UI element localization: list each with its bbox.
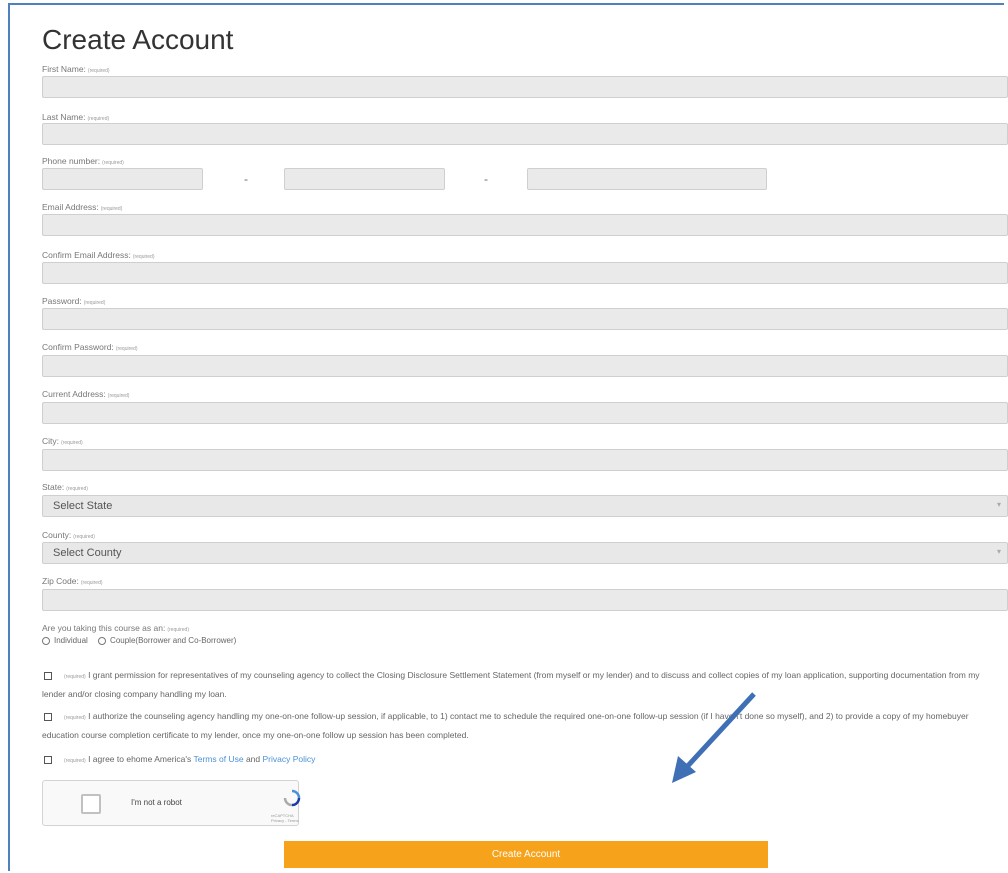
- phone-separator: -: [244, 172, 248, 186]
- phone-line-input[interactable]: [527, 168, 767, 190]
- create-account-button[interactable]: Create Account: [284, 841, 768, 868]
- county-select[interactable]: Select County ▾: [42, 542, 1008, 564]
- email-label: Email Address: (required): [42, 202, 123, 212]
- confirm-password-input[interactable]: [42, 355, 1008, 377]
- confirm-password-label: Confirm Password: (required): [42, 342, 138, 352]
- arrow-icon: [672, 692, 756, 783]
- recaptcha-widget: I'm not a robot reCAPTCHA Privacy - Term…: [42, 780, 301, 826]
- terms-of-use-link[interactable]: Terms of Use: [194, 754, 244, 764]
- consent-1-text: (required) I grant permission for repres…: [42, 670, 980, 699]
- last-name-input[interactable]: [42, 123, 1008, 145]
- first-name-input[interactable]: [42, 76, 1008, 98]
- confirm-email-label: Confirm Email Address: (required): [42, 250, 155, 260]
- page-title: Create Account: [42, 24, 234, 55]
- state-label: State: (required): [42, 482, 88, 492]
- address-input[interactable]: [42, 402, 1008, 424]
- recaptcha-checkbox[interactable]: [81, 794, 101, 814]
- phone-area-input[interactable]: [42, 168, 203, 190]
- state-select[interactable]: Select State ▾: [42, 495, 1008, 517]
- county-label: County: (required): [42, 530, 95, 540]
- consent-3-checkbox[interactable]: [44, 756, 52, 764]
- privacy-policy-link[interactable]: Privacy Policy: [263, 754, 316, 764]
- city-input[interactable]: [42, 449, 1008, 471]
- city-label: City: (required): [42, 436, 83, 446]
- caret-down-icon: ▾: [996, 547, 1001, 556]
- password-input[interactable]: [42, 308, 1008, 330]
- last-name-label: Last Name: (required): [42, 112, 110, 122]
- recaptcha-label: I'm not a robot: [131, 798, 182, 807]
- state-select-value: Select State: [53, 500, 113, 512]
- radio-circle-icon[interactable]: [42, 636, 50, 645]
- phone-separator: -: [484, 172, 488, 186]
- recaptcha-logo-icon: [280, 789, 304, 812]
- zip-input[interactable]: [42, 589, 1008, 611]
- consent-2-text: (required) I authorize the counseling ag…: [42, 711, 969, 740]
- phone-prefix-input[interactable]: [284, 168, 445, 190]
- course-as-label: Are you taking this course as an: (requir…: [42, 623, 190, 633]
- confirm-email-input[interactable]: [42, 262, 1008, 284]
- radio-circle-icon[interactable]: [98, 636, 107, 645]
- zip-label: Zip Code: (required): [42, 576, 103, 586]
- consent-3-text: (required) I agree to ehome America's Te…: [64, 754, 316, 764]
- password-label: Password: (required): [42, 296, 106, 306]
- county-select-value: Select County: [53, 547, 122, 559]
- radio-individual[interactable]: Individual: [42, 636, 88, 645]
- email-input[interactable]: [42, 214, 1008, 236]
- recaptcha-brand: reCAPTCHA Privacy - Terms: [271, 813, 299, 823]
- course-as-radio-group: Individual Couple(Borrower and Co-Borrow…: [42, 636, 236, 645]
- radio-couple[interactable]: Couple(Borrower and Co-Borrower): [98, 636, 236, 645]
- phone-label: Phone number: (required): [42, 156, 124, 166]
- first-name-label: First Name: (required): [42, 64, 110, 74]
- address-label: Current Address: (required): [42, 389, 130, 399]
- caret-down-icon: ▾: [996, 500, 1001, 509]
